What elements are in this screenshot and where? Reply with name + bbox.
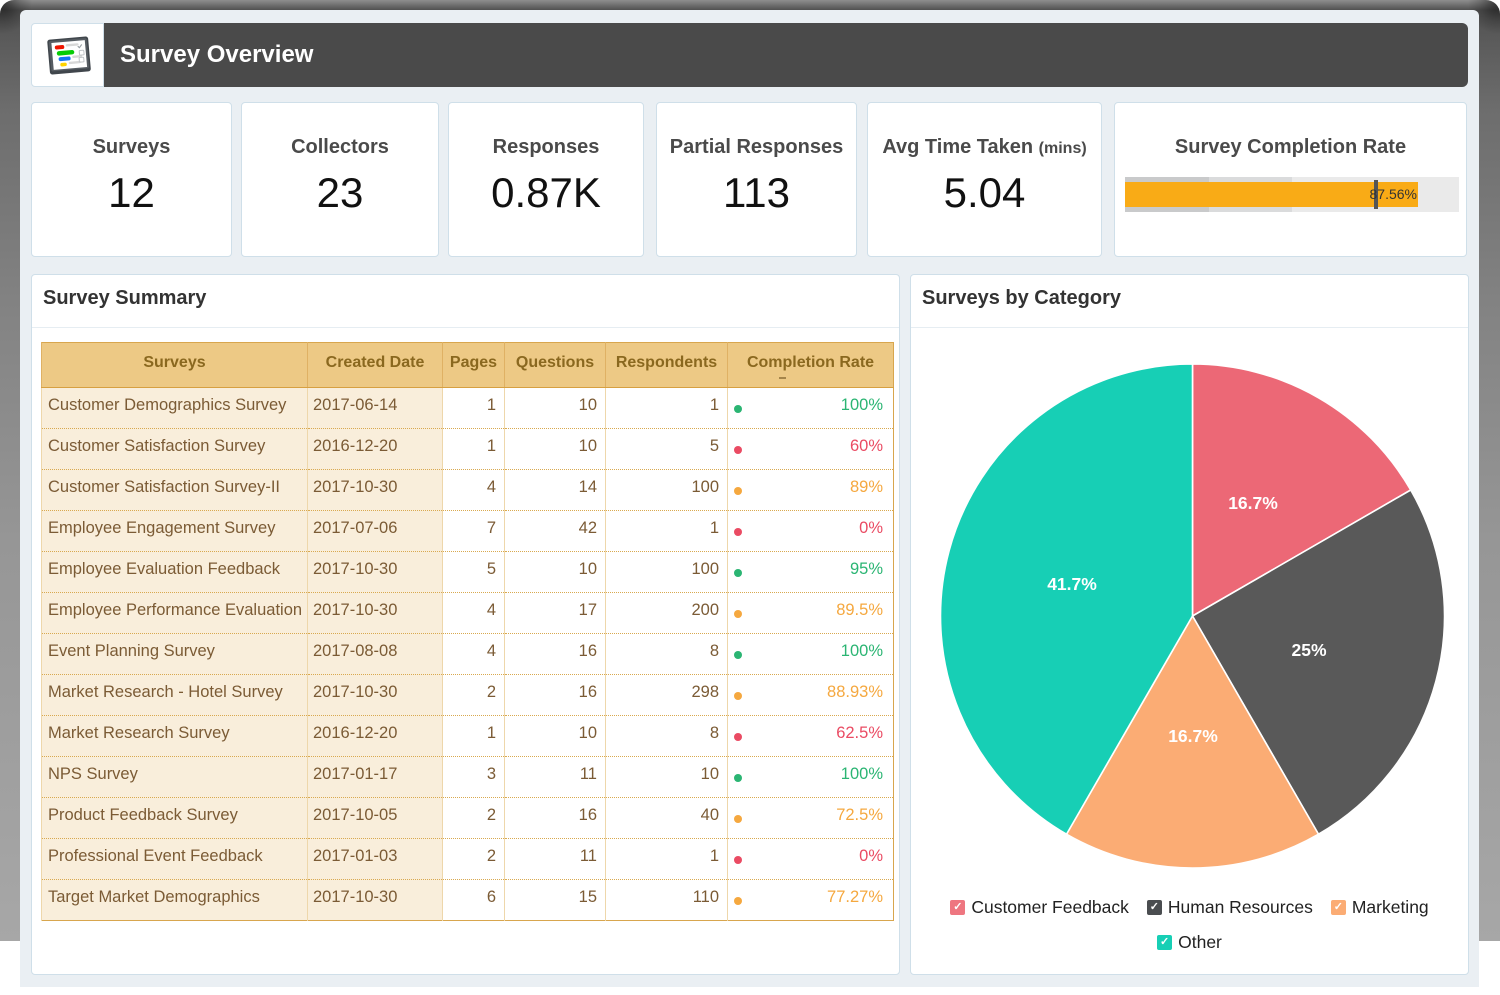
svg-text:25%: 25%	[1291, 640, 1326, 660]
svg-text:41.7%: 41.7%	[1047, 574, 1097, 594]
svg-text:16.7%: 16.7%	[1228, 493, 1278, 513]
svg-text:16.7%: 16.7%	[1168, 726, 1218, 746]
